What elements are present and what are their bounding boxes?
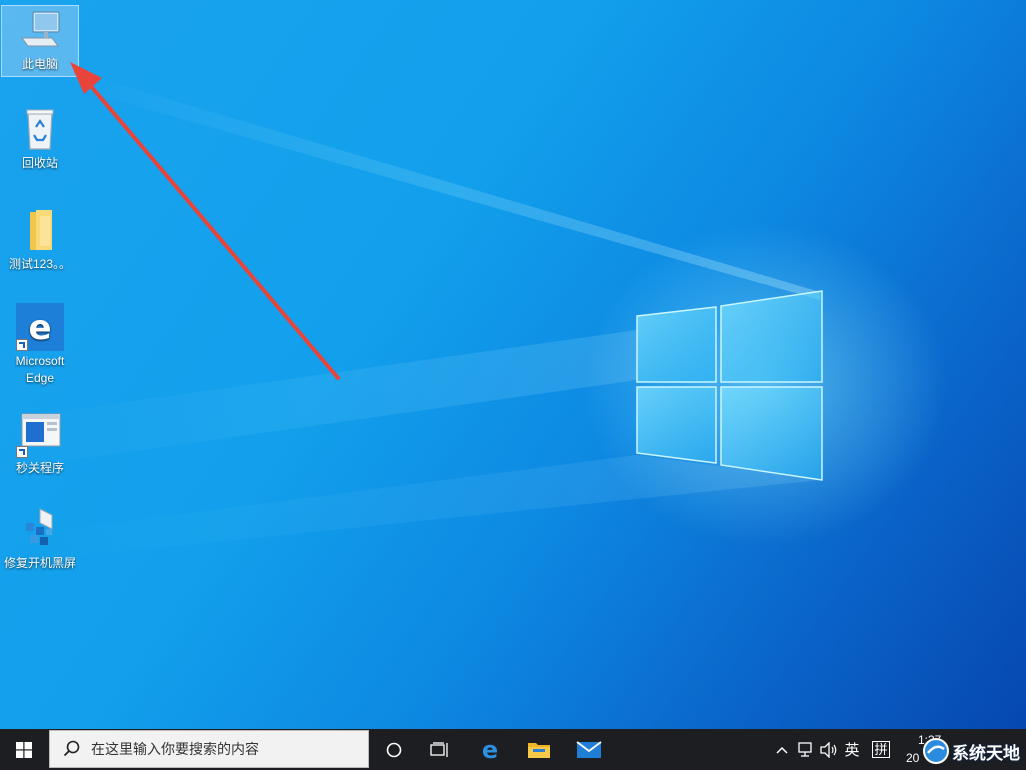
windows-logo-icon xyxy=(16,741,32,758)
cortana-button[interactable] xyxy=(372,729,416,770)
repair-cubes-icon xyxy=(16,505,64,553)
shortcut-arrow-icon xyxy=(16,446,28,458)
watermark: 系统天地 xyxy=(922,737,1020,765)
task-view-icon xyxy=(430,741,448,757)
watermark-logo-icon xyxy=(923,738,949,764)
desktop-icon-label: 修复开机黑屏 xyxy=(3,556,76,570)
taskbar: 在这里输入你要搜索的内容 e 英 拼 20 xyxy=(0,729,1026,770)
svg-text:e: e xyxy=(482,738,498,762)
chevron-up-icon xyxy=(776,746,788,754)
program-window-icon xyxy=(16,410,64,458)
network-button[interactable] xyxy=(794,729,816,770)
desktop-icon-label: 秒关程序 xyxy=(15,461,64,475)
watermark-text: 系统天地 xyxy=(952,743,1020,763)
search-placeholder: 在这里输入你要搜索的内容 xyxy=(91,741,259,757)
desktop[interactable]: 此电脑 回收站 测试123。。 e Microsoft Edge 秒关程序 修复… xyxy=(0,0,1026,729)
volume-icon xyxy=(820,741,837,758)
start-button[interactable] xyxy=(0,729,48,770)
desktop-icon-program[interactable]: 秒关程序 xyxy=(2,410,78,477)
show-hidden-icons-button[interactable] xyxy=(772,729,792,770)
taskbar-app-file-explorer[interactable] xyxy=(517,729,561,770)
annotation-arrow xyxy=(70,62,340,380)
ime-mode-label: 拼 xyxy=(872,741,890,758)
task-view-button[interactable] xyxy=(418,729,462,770)
mail-icon xyxy=(576,740,602,758)
taskbar-search-box[interactable]: 在这里输入你要搜索的内容 xyxy=(49,730,369,768)
cortana-icon xyxy=(386,742,402,757)
ime-mode-indicator[interactable]: 拼 xyxy=(868,729,894,770)
network-icon xyxy=(798,741,812,757)
search-icon xyxy=(63,740,80,757)
file-explorer-icon xyxy=(528,742,550,758)
ime-language-label: 英 xyxy=(844,742,860,759)
edge-icon: e xyxy=(482,738,498,762)
taskbar-app-mail[interactable] xyxy=(567,729,611,770)
taskbar-app-edge[interactable]: e xyxy=(468,729,512,770)
desktop-icon-repair-tool[interactable]: 修复开机黑屏 xyxy=(2,505,78,572)
volume-button[interactable] xyxy=(818,729,840,770)
ime-language-indicator[interactable]: 英 xyxy=(840,729,864,770)
